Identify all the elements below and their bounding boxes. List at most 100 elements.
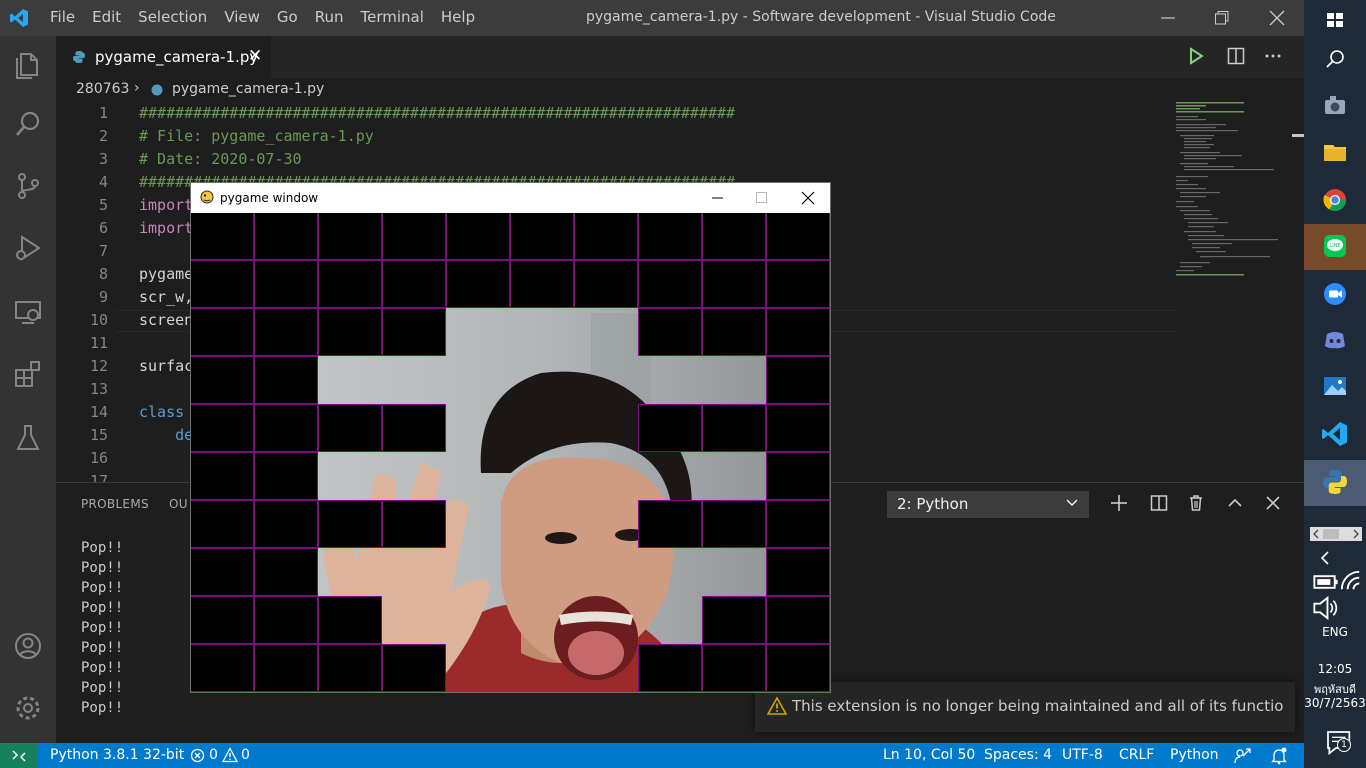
menu-help[interactable]: Help (441, 8, 475, 26)
code-line[interactable]: pygame (139, 265, 193, 283)
black-grid-cell (318, 260, 382, 308)
line-number: 11 (89, 334, 108, 352)
black-grid-cell (254, 308, 318, 356)
black-grid-cell (766, 452, 830, 500)
black-grid-cell (254, 500, 318, 548)
breadcrumb-file[interactable]: pygame_camera-1.py (172, 81, 324, 97)
menu-file[interactable]: File (50, 8, 75, 26)
split-editor-icon[interactable] (1227, 46, 1245, 66)
pygame-title-bar[interactable]: pygame window (191, 183, 830, 213)
minimap[interactable] (1176, 100, 1288, 290)
black-grid-cell (702, 308, 766, 356)
clock-time[interactable]: 12:05 (1304, 662, 1366, 676)
terminal-select[interactable]: 2: Python (887, 491, 1089, 518)
cursor-position[interactable]: Ln 10, Col 50 (883, 747, 975, 763)
testing-flask-icon[interactable] (12, 422, 44, 454)
close-panel-icon[interactable] (1263, 493, 1283, 513)
notifications-bell-icon[interactable] (1271, 747, 1287, 765)
indentation[interactable]: Spaces: 4 (984, 747, 1052, 763)
black-grid-cell (254, 356, 318, 404)
code-line[interactable]: de (139, 426, 193, 444)
warning-icon[interactable] (222, 747, 238, 763)
camera-app-icon[interactable] (1319, 90, 1351, 122)
close-icon[interactable] (801, 191, 815, 205)
black-grid-cell (254, 452, 318, 500)
clock-date[interactable]: 30/7/2563 (1304, 696, 1366, 710)
tab-problems[interactable]: PROBLEMS (81, 497, 149, 511)
notification-toast[interactable]: This extension is no longer being mainta… (755, 682, 1295, 732)
code-line[interactable]: scr_w, (139, 288, 193, 306)
scroll-right-icon[interactable] (1351, 529, 1361, 539)
search-icon[interactable] (12, 108, 44, 140)
settings-gear-icon[interactable] (12, 692, 44, 724)
menu-run[interactable]: Run (315, 8, 344, 26)
language-indicator[interactable]: ENG (1304, 625, 1366, 639)
explorer-icon[interactable] (12, 48, 44, 80)
encoding[interactable]: UTF-8 (1062, 747, 1103, 763)
accounts-icon[interactable] (12, 630, 44, 662)
editor-scrollbar[interactable] (1290, 100, 1304, 480)
warning-count[interactable]: 0 (241, 747, 250, 763)
minimize-icon[interactable] (1160, 10, 1176, 26)
pygame-window[interactable]: pygame window (190, 182, 831, 693)
terminal-output-line: Pop!! (81, 560, 124, 576)
trash-icon[interactable] (1186, 493, 1206, 513)
black-grid-cell (702, 260, 766, 308)
maximize-panel-icon[interactable] (1225, 493, 1245, 513)
split-terminal-icon[interactable] (1149, 493, 1169, 513)
photos-app-icon[interactable] (1319, 370, 1351, 402)
black-grid-cell (318, 213, 382, 260)
new-terminal-icon[interactable] (1109, 493, 1129, 513)
line-app-icon[interactable]: LINE (1319, 230, 1351, 262)
windows-start-icon[interactable] (1319, 4, 1351, 36)
error-icon[interactable] (190, 748, 205, 763)
extensions-icon[interactable] (12, 358, 44, 390)
volume-icon[interactable] (1310, 592, 1342, 624)
remote-explorer-icon[interactable] (12, 296, 44, 328)
python-interpreter[interactable]: Python 3.8.1 32-bit (50, 747, 184, 763)
menu-terminal[interactable]: Terminal (361, 8, 424, 26)
terminal-output-line: Pop!! (81, 680, 124, 696)
more-actions-icon[interactable] (1264, 46, 1282, 66)
line-ending[interactable]: CRLF (1119, 747, 1154, 763)
source-control-icon[interactable] (12, 170, 44, 202)
scroll-left-icon[interactable] (1311, 529, 1321, 539)
restore-icon[interactable] (1214, 10, 1230, 26)
black-grid-cell (191, 260, 254, 308)
menu-selection[interactable]: Selection (138, 8, 207, 26)
title-bar: File Edit Selection View Go Run Terminal… (0, 0, 1304, 36)
code-line[interactable]: # File: pygame_camera-1.py (139, 127, 374, 145)
remote-indicator[interactable] (0, 743, 38, 768)
code-line[interactable]: screen (139, 311, 193, 329)
tab-output[interactable]: OU (169, 497, 188, 511)
vscode-taskbar-icon[interactable] (1319, 418, 1351, 450)
tab-pygame-camera[interactable]: pygame_camera-1.py ✕ (56, 36, 271, 78)
code-line[interactable]: import (139, 196, 193, 214)
code-line[interactable]: # Date: 2020-07-30 (139, 150, 302, 168)
feedback-icon[interactable] (1234, 747, 1252, 765)
menu-view[interactable]: View (224, 8, 260, 26)
breadcrumb-folder[interactable]: 280763 (76, 81, 129, 97)
discord-icon[interactable] (1319, 324, 1351, 356)
tab-close-icon[interactable]: ✕ (248, 46, 262, 66)
code-line[interactable]: import (139, 219, 193, 237)
code-line[interactable]: class (139, 403, 184, 421)
menu-go[interactable]: Go (277, 8, 298, 26)
code-line[interactable]: surfac (139, 357, 193, 375)
taskbar-scrollbar[interactable] (1310, 527, 1362, 541)
code-line[interactable]: ########################################… (139, 104, 735, 122)
run-debug-icon[interactable] (12, 232, 44, 264)
python-app-icon[interactable] (1319, 466, 1351, 498)
maximize-icon[interactable] (755, 191, 769, 205)
zoom-app-icon[interactable] (1319, 278, 1351, 310)
chrome-icon[interactable] (1319, 184, 1351, 216)
run-file-icon[interactable] (1187, 46, 1205, 66)
file-explorer-icon[interactable] (1319, 136, 1351, 168)
search-icon[interactable] (1319, 44, 1351, 76)
minimize-icon[interactable] (711, 191, 725, 205)
error-count[interactable]: 0 (209, 747, 218, 763)
language-mode[interactable]: Python (1170, 747, 1219, 763)
editor-tabs: pygame_camera-1.py ✕ (56, 36, 1304, 78)
menu-edit[interactable]: Edit (92, 8, 121, 26)
close-icon[interactable] (1269, 10, 1285, 26)
